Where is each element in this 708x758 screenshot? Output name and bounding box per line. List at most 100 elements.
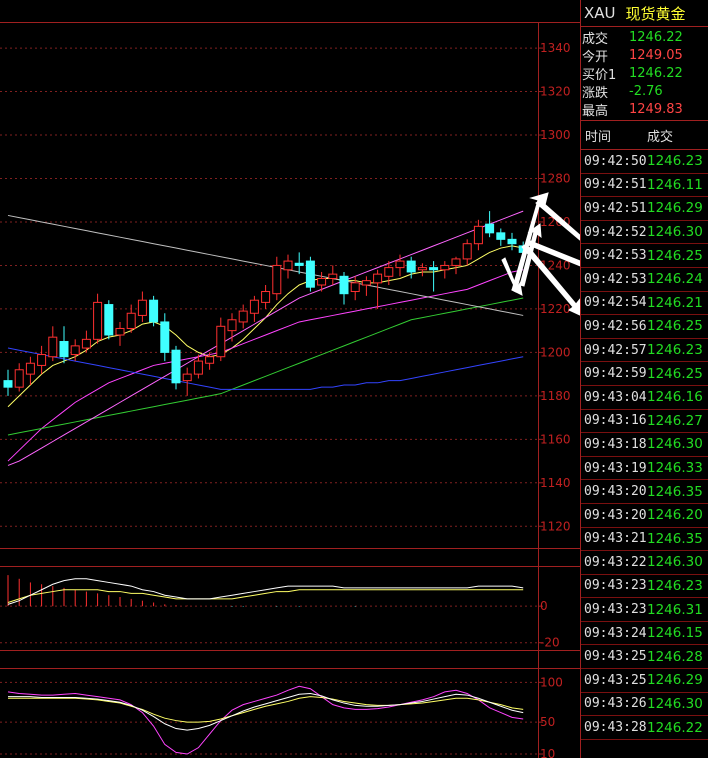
tick-row[interactable]: 09:43:23 1246.23	[581, 575, 708, 599]
tick-price: 1246.23	[647, 342, 703, 359]
y-tick-label: 1300	[540, 128, 571, 142]
candle-body	[507, 238, 517, 245]
candle-body	[350, 282, 360, 293]
tick-time: 09:43:28	[584, 720, 647, 736]
candle-body	[440, 264, 450, 271]
quote-field-value: 1249.83	[629, 101, 683, 117]
tick-row[interactable]: 09:42:57 1246.23	[581, 339, 708, 363]
quote-field-row: 最高 1249.83	[581, 100, 708, 119]
tick-row[interactable]: 09:43:20 1246.35	[581, 480, 708, 504]
tick-row[interactable]: 09:43:21 1246.35	[581, 528, 708, 552]
tick-row[interactable]: 09:42:59 1246.25	[581, 362, 708, 386]
tick-price: 1246.25	[647, 247, 703, 264]
tick-time: 09:43:04	[584, 389, 647, 405]
tick-row[interactable]: 09:42:50 1246.23	[581, 150, 708, 174]
tick-price: 1246.35	[647, 483, 703, 500]
candle-body	[339, 275, 349, 295]
y-tick-label: 1340	[540, 41, 571, 55]
candle-body	[70, 345, 80, 356]
tick-row[interactable]: 09:43:25 1246.28	[581, 645, 708, 670]
tick-time: 09:43:23	[584, 578, 647, 594]
tick-row[interactable]: 09:43:19 1246.33	[581, 457, 708, 481]
tick-time: 09:42:53	[584, 248, 647, 264]
tick-time: 09:43:18	[584, 436, 647, 452]
macd-line	[7, 578, 524, 605]
tick-row[interactable]: 09:42:56 1246.25	[581, 315, 708, 339]
tick-row[interactable]: 09:42:53 1246.24	[581, 268, 708, 292]
ticks-header: 时间 成交	[581, 121, 708, 150]
tick-row[interactable]: 09:43:18 1246.30	[581, 433, 708, 457]
candle-body	[137, 299, 147, 316]
candle-body	[59, 341, 69, 358]
quote-field-value: 1249.05	[629, 47, 683, 63]
ticks-header-price: 成交	[647, 129, 674, 145]
candle-body	[115, 327, 125, 336]
tick-time: 09:43:20	[584, 484, 647, 500]
quote-field-row: 今开 1249.05	[581, 46, 708, 65]
candle-body	[485, 223, 495, 234]
tick-price: 1246.35	[647, 530, 703, 547]
y-tick-label: 1120	[540, 519, 571, 533]
tick-time: 09:43:24	[584, 625, 647, 641]
tick-time: 09:43:26	[584, 696, 647, 712]
y-tick-label: 1320	[540, 85, 571, 99]
tick-price: 1246.16	[647, 389, 703, 406]
tick-price: 1246.11	[647, 176, 703, 193]
candle-body	[496, 232, 506, 240]
candle-body	[160, 321, 170, 353]
candle-body	[48, 336, 58, 358]
tick-time: 09:43:20	[584, 507, 647, 523]
candle-body	[417, 267, 427, 271]
ticks-list[interactable]: 09:42:50 1246.23 09:42:51 1246.11 09:42:51 12…	[581, 150, 708, 740]
tick-row[interactable]: 09:43:20 1246.20	[581, 504, 708, 528]
y-tick-label: 1180	[540, 389, 571, 403]
tick-row[interactable]: 09:42:52 1246.30	[581, 221, 708, 245]
tick-row[interactable]: 09:43:26 1246.30	[581, 693, 708, 717]
candle-body	[149, 299, 159, 323]
y-tick-label: 50	[540, 715, 555, 729]
y-tick-label: 1140	[540, 476, 571, 490]
candle-body	[317, 277, 327, 286]
tick-time: 09:43:22	[584, 554, 647, 570]
quote-field-label: 成交	[582, 31, 609, 47]
tick-row[interactable]: 09:43:23 1246.31	[581, 598, 708, 622]
candle-body	[193, 360, 203, 375]
tick-time: 09:42:57	[584, 342, 647, 358]
tick-time: 09:43:16	[584, 413, 647, 429]
tick-row[interactable]: 09:43:04 1246.16	[581, 386, 708, 410]
tick-row[interactable]: 09:43:28 1246.22	[581, 716, 708, 740]
candle-body	[373, 273, 383, 284]
candle-body	[227, 319, 237, 332]
kline-chart-area[interactable]: 1120 1140 1160 1180 1200 1220 1240 1260 1280 1300…	[0, 0, 580, 758]
tick-row[interactable]: 09:42:51 1246.11	[581, 174, 708, 198]
y-tick-label: 10	[540, 747, 555, 758]
tick-price: 1246.27	[647, 412, 703, 429]
tick-time: 09:43:23	[584, 602, 647, 618]
quote-fields: 成交 1246.22 今开 1249.05 买价1 1246.22 涨跌 -2.76 最高 124…	[581, 27, 708, 121]
kline-chart-svg[interactable]: 1120114011601180120012201240126012801300…	[0, 0, 580, 758]
tick-time: 09:42:53	[584, 271, 647, 287]
candle-body	[3, 380, 13, 388]
tick-price: 1246.30	[647, 695, 703, 712]
tick-row[interactable]: 09:43:22 1246.30	[581, 551, 708, 575]
quote-header: XAU 现货黄金	[581, 0, 708, 27]
tick-row[interactable]: 09:42:54 1246.21	[581, 292, 708, 316]
symbol-name: 现货黄金	[625, 4, 686, 23]
tick-time: 09:42:51	[584, 177, 647, 193]
tick-time: 09:43:19	[584, 460, 647, 476]
tick-time: 09:42:50	[584, 153, 647, 169]
tick-price: 1246.23	[647, 153, 703, 170]
tick-row[interactable]: 09:42:51 1246.29	[581, 197, 708, 221]
candle-body	[283, 260, 293, 271]
tick-price: 1246.30	[647, 224, 703, 241]
candle-body	[249, 299, 259, 314]
tick-row[interactable]: 09:43:16 1246.27	[581, 410, 708, 434]
quote-field-value: 1246.22	[629, 29, 683, 45]
tick-row[interactable]: 09:43:24 1246.15	[581, 622, 708, 646]
tick-row[interactable]: 09:42:53 1246.25	[581, 244, 708, 268]
candle-body	[462, 243, 472, 260]
candle-body	[406, 260, 416, 273]
tick-price: 1246.29	[647, 200, 703, 217]
tick-price: 1246.25	[647, 365, 703, 382]
tick-row[interactable]: 09:43:25 1246.29	[581, 669, 708, 693]
